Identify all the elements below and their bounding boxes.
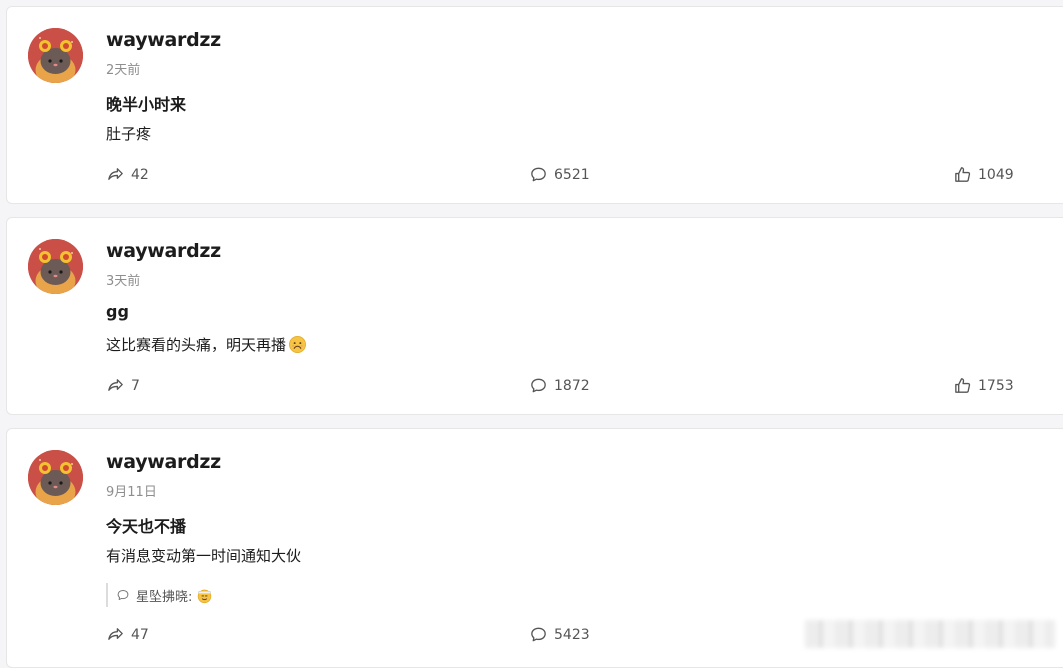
repost-button[interactable]: 7 bbox=[106, 376, 140, 395]
post-body-text: 这比赛看的头痛，明天再播 bbox=[106, 336, 287, 354]
post-card: waywardzz 3天前 gg 这比赛看的头痛，明天再播 7 1872 175… bbox=[6, 217, 1063, 415]
thumbs-up-icon bbox=[953, 165, 972, 184]
repost-count: 7 bbox=[131, 377, 140, 394]
avatar[interactable] bbox=[28, 239, 83, 294]
blurred-watermark bbox=[805, 620, 1055, 648]
author-name[interactable]: waywardzz bbox=[106, 240, 221, 262]
avatar-image bbox=[28, 450, 83, 505]
post-actions: 7 1872 1753 bbox=[106, 376, 1026, 398]
comment-icon bbox=[529, 625, 548, 644]
post-card: waywardzz 2天前 晚半小时来 肚子疼 42 6521 1049 bbox=[6, 6, 1063, 204]
repost-icon bbox=[106, 376, 125, 395]
post-body: 肚子疼 bbox=[106, 123, 151, 144]
author-name[interactable]: waywardzz bbox=[106, 29, 221, 51]
post-body: 有消息变动第一时间通知大伙 bbox=[106, 545, 301, 566]
post-time: 2天前 bbox=[106, 63, 141, 78]
comment-icon bbox=[529, 165, 548, 184]
post-title: gg bbox=[106, 302, 129, 321]
repost-button[interactable]: 42 bbox=[106, 165, 149, 184]
avatar-image bbox=[28, 28, 83, 83]
author-name[interactable]: waywardzz bbox=[106, 451, 221, 473]
comment-count: 6521 bbox=[554, 166, 590, 183]
comment-button[interactable]: 5423 bbox=[529, 625, 590, 644]
post-title: 晚半小时来 bbox=[106, 95, 187, 114]
post-time: 9月11日 bbox=[106, 485, 157, 500]
post-body-text: 有消息变动第一时间通知大伙 bbox=[106, 547, 302, 565]
like-button[interactable]: 1753 bbox=[953, 376, 1014, 395]
post-title: 今天也不播 bbox=[106, 517, 187, 536]
comment-icon bbox=[116, 588, 130, 602]
sad-face-icon bbox=[288, 335, 307, 354]
post-actions: 42 6521 1049 bbox=[106, 165, 1026, 187]
comment-preview[interactable]: 星坠拂晓: bbox=[106, 583, 213, 607]
repost-icon bbox=[106, 165, 125, 184]
comment-button[interactable]: 6521 bbox=[529, 165, 590, 184]
comment-button[interactable]: 1872 bbox=[529, 376, 590, 395]
post-body: 这比赛看的头痛，明天再播 bbox=[106, 334, 307, 355]
comment-count: 1872 bbox=[554, 377, 590, 394]
post-time: 3天前 bbox=[106, 274, 141, 289]
like-button[interactable]: 1049 bbox=[953, 165, 1014, 184]
like-count: 1049 bbox=[978, 166, 1014, 183]
comment-count: 5423 bbox=[554, 626, 590, 643]
repost-count: 42 bbox=[131, 166, 149, 183]
post-body-text: 肚子疼 bbox=[106, 125, 152, 143]
avatar-image bbox=[28, 239, 83, 294]
repost-count: 47 bbox=[131, 626, 149, 643]
avatar[interactable] bbox=[28, 450, 83, 505]
salute-face-icon bbox=[196, 587, 213, 604]
repost-button[interactable]: 47 bbox=[106, 625, 149, 644]
thumbs-up-icon bbox=[953, 376, 972, 395]
comment-preview-text: 星坠拂晓: bbox=[136, 589, 193, 605]
like-count: 1753 bbox=[978, 377, 1014, 394]
comment-icon bbox=[529, 376, 548, 395]
avatar[interactable] bbox=[28, 28, 83, 83]
feed: waywardzz 2天前 晚半小时来 肚子疼 42 6521 1049 way… bbox=[0, 0, 1063, 668]
repost-icon bbox=[106, 625, 125, 644]
